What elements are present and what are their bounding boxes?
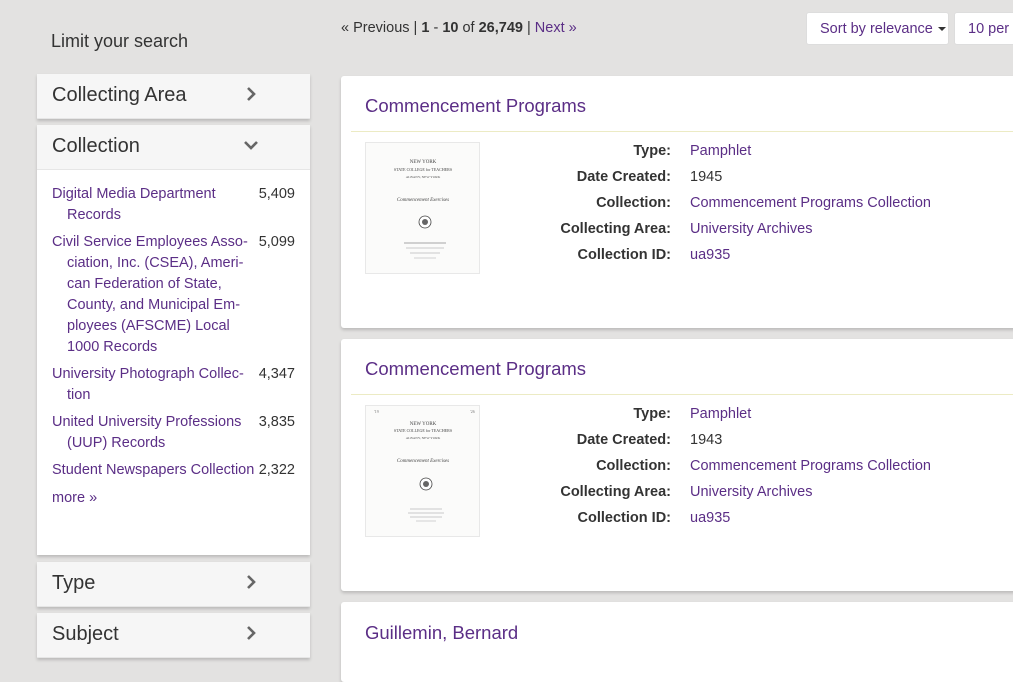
meta-value-link[interactable]: Pamphlet: [690, 406, 751, 422]
meta-key: Collection:: [596, 458, 671, 474]
meta-key: Collecting Area:: [560, 221, 671, 237]
facet-item: University Photograph Collec­tion 4,347: [52, 364, 295, 406]
chevron-right-icon: [247, 626, 256, 640]
facet-type-header[interactable]: Type: [37, 562, 310, 607]
meta-value-link[interactable]: University Archives: [690, 221, 812, 237]
meta-value: 1945: [690, 169, 723, 185]
meta-key: Date Created:: [576, 432, 671, 448]
meta-row-collecting-area: Collecting Area: University Archives: [341, 484, 1013, 510]
result-item: Guillemin, Bernard: [341, 602, 1013, 682]
facet-item-count: 5,099: [258, 234, 295, 250]
meta-key: Collection:: [596, 195, 671, 211]
facet-label: Type: [52, 572, 96, 594]
facet-subject[interactable]: Subject: [37, 613, 310, 658]
meta-key: Date Created:: [576, 169, 671, 185]
facet-label: Subject: [52, 623, 119, 645]
facet-item-link[interactable]: Digital Media Department Records: [52, 184, 255, 226]
sort-label: Sort by relevance: [820, 21, 933, 37]
pagination: « Previous | 1 - 10 of 26,749 | Next »: [341, 20, 577, 36]
chevron-down-icon: [244, 141, 258, 150]
facet-label: Collection: [52, 135, 140, 157]
result-metadata: Type: Pamphlet Date Created: 1943 Collecti…: [341, 406, 1013, 536]
per-page-label: 10 per page: [968, 21, 1013, 37]
facet-item: Student Newspapers Collec­tion 2,322: [52, 460, 295, 481]
previous-label: « Previous: [341, 20, 410, 36]
facet-item-count: 4,347: [258, 366, 295, 382]
meta-row-collection: Collection: Commencement Programs Collect…: [341, 195, 1013, 221]
meta-key: Type:: [633, 406, 671, 422]
chevron-right-icon: [247, 575, 256, 589]
result-divider: [351, 131, 1013, 132]
meta-row-collecting-area: Collecting Area: University Archives: [341, 221, 1013, 247]
result-title-link[interactable]: Commencement Programs: [365, 95, 586, 117]
range-dash: -: [429, 20, 443, 36]
per-page-dropdown[interactable]: 10 per page: [954, 12, 1013, 45]
result-metadata: Type: Pamphlet Date Created: 1945 Collecti…: [341, 143, 1013, 273]
sidebar-title: Limit your search: [51, 31, 189, 51]
meta-value: 1943: [690, 432, 723, 448]
next-link[interactable]: Next »: [535, 20, 577, 36]
meta-value-link[interactable]: Commencement Programs Collection: [690, 458, 931, 474]
result-item: Commencement Programs '19 '26 NEW YORK S…: [341, 339, 1013, 591]
result-divider: [351, 394, 1013, 395]
facet-item-link[interactable]: Civil Service Employees Asso­ciation, In…: [52, 232, 255, 358]
facet-label: Collecting Area: [52, 84, 187, 106]
result-title-link[interactable]: Guillemin, Bernard: [365, 622, 518, 644]
meta-row-type: Type: Pamphlet: [341, 143, 1013, 169]
range-of: of: [458, 20, 479, 36]
facet-collection-header[interactable]: Collection: [37, 125, 310, 170]
facet-item-link[interactable]: United University Professions (UUP) Reco…: [52, 412, 255, 454]
facet-collection-list: Digital Media Department Records 5,409 C…: [37, 170, 310, 509]
pager-separator: |: [522, 20, 535, 36]
facet-item: Digital Media Department Records 5,409: [52, 184, 295, 226]
meta-value-link[interactable]: ua935: [690, 247, 730, 263]
caret-down-icon: [937, 27, 946, 32]
meta-row-date: Date Created: 1943: [341, 432, 1013, 458]
facet-item: United University Professions (UUP) Reco…: [52, 412, 295, 454]
more-link[interactable]: more »: [52, 488, 97, 509]
result-title-link[interactable]: Commencement Programs: [365, 358, 586, 380]
facet-item: Civil Service Employees Asso­ciation, In…: [52, 232, 295, 358]
meta-row-type: Type: Pamphlet: [341, 406, 1013, 432]
meta-row-collection-id: Collection ID: ua935: [341, 510, 1013, 536]
meta-key: Collection ID:: [577, 510, 671, 526]
meta-value-link[interactable]: Pamphlet: [690, 143, 751, 159]
facet-collecting-area[interactable]: Collecting Area: [37, 74, 310, 119]
facet-subject-header[interactable]: Subject: [37, 613, 310, 658]
meta-key: Collecting Area:: [560, 484, 671, 500]
meta-row-date: Date Created: 1945: [341, 169, 1013, 195]
meta-key: Type:: [633, 143, 671, 159]
meta-row-collection-id: Collection ID: ua935: [341, 247, 1013, 273]
facet-item-link[interactable]: Student Newspapers Collec­tion: [52, 460, 255, 481]
facet-collecting-area-header[interactable]: Collecting Area: [37, 74, 310, 119]
meta-row-collection: Collection: Commencement Programs Collect…: [341, 458, 1013, 484]
sort-dropdown[interactable]: Sort by relevance: [806, 12, 949, 45]
facet-item-count: 2,322: [258, 462, 295, 478]
facet-item-count: 5,409: [258, 186, 295, 202]
pager-separator: |: [409, 20, 422, 36]
result-item: Commencement Programs NEW YORK STATE COL…: [341, 76, 1013, 328]
facet-item-link[interactable]: University Photograph Collec­tion: [52, 364, 255, 406]
meta-value-link[interactable]: Commencement Programs Collection: [690, 195, 931, 211]
facet-collection: Collection Digital Media Department Reco…: [37, 125, 310, 555]
chevron-right-icon: [247, 87, 256, 101]
meta-value-link[interactable]: ua935: [690, 510, 730, 526]
meta-value-link[interactable]: University Archives: [690, 484, 812, 500]
meta-key: Collection ID:: [577, 247, 671, 263]
range-end: 10: [442, 20, 459, 36]
facet-type[interactable]: Type: [37, 562, 310, 607]
facet-item-count: 3,835: [258, 414, 295, 430]
total-count: 26,749: [478, 20, 523, 36]
